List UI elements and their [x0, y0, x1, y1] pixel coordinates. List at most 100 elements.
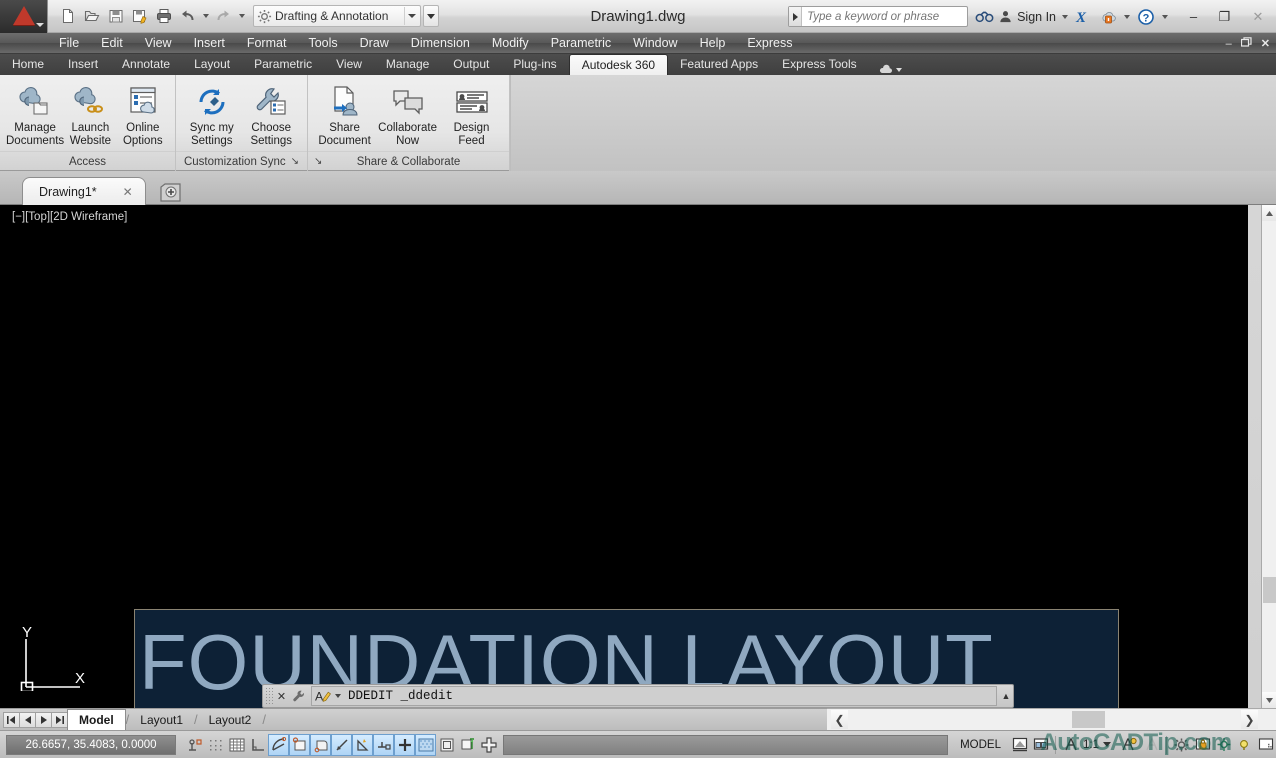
- previous-layout-button[interactable]: [19, 711, 36, 728]
- ribbon-tab-view[interactable]: View: [324, 54, 374, 75]
- undo-button[interactable]: [176, 5, 199, 28]
- search-icon[interactable]: [972, 5, 996, 29]
- workspace-selector[interactable]: Drafting & Annotation: [253, 5, 422, 27]
- first-layout-button[interactable]: [3, 711, 20, 728]
- annotation-visibility-icon[interactable]: [1118, 734, 1139, 756]
- workspace-switching-icon[interactable]: [1171, 734, 1192, 756]
- new-file-button[interactable]: [56, 5, 79, 28]
- command-line-customize-icon[interactable]: [289, 689, 309, 703]
- coordinates-display[interactable]: 26.6657, 35.4083, 0.0000: [6, 734, 176, 755]
- ribbon-tab-home[interactable]: Home: [0, 54, 56, 75]
- file-tab-close-icon[interactable]: ✕: [123, 185, 133, 199]
- menu-item-draw[interactable]: Draw: [349, 33, 400, 54]
- autodesk-360-dropdown-icon[interactable]: [1124, 14, 1130, 19]
- selection-cycling-toggle[interactable]: [478, 734, 499, 756]
- command-line-grip[interactable]: [265, 687, 274, 705]
- toolbar-lock-icon[interactable]: [1192, 734, 1213, 756]
- sign-in-dropdown-icon[interactable]: [1062, 14, 1068, 19]
- scroll-up-button[interactable]: [1262, 205, 1276, 221]
- ribbon-tab-plugins[interactable]: Plug-ins: [501, 54, 568, 75]
- open-file-button[interactable]: [80, 5, 103, 28]
- auto-scale-icon[interactable]: [1141, 734, 1162, 756]
- annotation-scale-dropdown-icon[interactable]: [1103, 742, 1111, 747]
- grid-display-toggle[interactable]: [226, 734, 247, 756]
- object-snap-toggle[interactable]: [289, 733, 310, 756]
- help-icon[interactable]: ?: [1134, 5, 1158, 29]
- workspace-more-button[interactable]: [423, 5, 440, 27]
- ribbon-tab-featured-apps[interactable]: Featured Apps: [668, 54, 770, 75]
- doc-minimize-button[interactable]: –: [1226, 38, 1232, 50]
- scroll-left-button[interactable]: ❮: [831, 710, 848, 729]
- ribbon-tab-layout[interactable]: Layout: [182, 54, 242, 75]
- clean-screen-icon[interactable]: [1255, 734, 1276, 756]
- annotation-scale-value[interactable]: 1:1: [1083, 739, 1099, 751]
- menu-item-modify[interactable]: Modify: [481, 33, 540, 54]
- design-feed-button[interactable]: Design Feed: [440, 81, 503, 150]
- layout-tab-model[interactable]: Model: [67, 709, 126, 730]
- close-button[interactable]: ✕: [1240, 5, 1276, 29]
- file-tab-drawing1[interactable]: Drawing1* ✕: [22, 177, 146, 205]
- new-file-tab-button[interactable]: [158, 181, 184, 203]
- ribbon-display-options-button[interactable]: [869, 64, 912, 75]
- menu-item-insert[interactable]: Insert: [183, 33, 236, 54]
- minimize-button[interactable]: –: [1178, 5, 1209, 29]
- quick-view-drawings-icon[interactable]: [1030, 734, 1051, 756]
- viewport-controls-label[interactable]: [−][Top][2D Wireframe]: [12, 211, 127, 223]
- ribbon-tab-express-tools[interactable]: Express Tools: [770, 54, 868, 75]
- maximize-button[interactable]: ❐: [1209, 5, 1240, 29]
- menu-item-dimension[interactable]: Dimension: [400, 33, 481, 54]
- panel-expander-icon[interactable]: ↘: [291, 156, 299, 167]
- menu-item-file[interactable]: File: [48, 33, 90, 54]
- doc-close-button[interactable]: ✕: [1261, 37, 1270, 50]
- quick-properties-toggle[interactable]: [457, 734, 478, 756]
- doc-restore-button[interactable]: [1240, 37, 1252, 50]
- space-toggle-button[interactable]: MODEL: [952, 739, 1009, 751]
- vertical-scrollbar[interactable]: [1261, 205, 1276, 708]
- chevron-down-icon[interactable]: [404, 7, 418, 25]
- quick-view-layouts-icon[interactable]: [1009, 734, 1030, 756]
- search-input[interactable]: [802, 7, 968, 26]
- launch-website-button[interactable]: Launch Website: [64, 81, 116, 150]
- save-file-button[interactable]: [104, 5, 127, 28]
- command-line[interactable]: ✕ A DDEDIT _ddedit ▲: [262, 684, 1014, 708]
- menu-item-view[interactable]: View: [134, 33, 183, 54]
- ortho-mode-toggle[interactable]: [247, 734, 268, 756]
- choose-settings-button[interactable]: Choose Settings: [242, 81, 302, 150]
- search-history-arrow-icon[interactable]: [789, 7, 803, 26]
- menu-item-express[interactable]: Express: [736, 33, 803, 54]
- lineweight-toggle[interactable]: [415, 733, 436, 756]
- infer-constraints-toggle[interactable]: [184, 734, 205, 756]
- layout-tab-layout2[interactable]: Layout2: [198, 710, 263, 730]
- redo-dropdown[interactable]: [236, 5, 247, 28]
- menu-item-window[interactable]: Window: [622, 33, 688, 54]
- collaborate-now-button[interactable]: Collaborate Now: [375, 81, 440, 150]
- 3d-object-snap-toggle[interactable]: [310, 733, 331, 756]
- horizontal-scrollbar[interactable]: ❮ ❯: [827, 708, 1276, 730]
- menu-item-parametric[interactable]: Parametric: [540, 33, 622, 54]
- sync-my-settings-button[interactable]: Sync my Settings: [182, 81, 242, 150]
- polar-tracking-toggle[interactable]: [268, 733, 289, 756]
- dynamic-ucs-toggle[interactable]: [373, 733, 394, 756]
- menu-item-help[interactable]: Help: [689, 33, 737, 54]
- horizontal-scroll-thumb[interactable]: [1072, 711, 1105, 728]
- help-dropdown-icon[interactable]: [1162, 14, 1168, 19]
- application-menu-button[interactable]: [0, 0, 48, 33]
- ribbon-tab-autodesk-360[interactable]: Autodesk 360: [568, 54, 669, 75]
- menu-item-tools[interactable]: Tools: [297, 33, 348, 54]
- share-document-button[interactable]: Share Document: [314, 81, 375, 150]
- next-layout-button[interactable]: [35, 711, 52, 728]
- annotation-scale-icon[interactable]: [1060, 734, 1081, 756]
- scroll-right-button[interactable]: ❯: [1241, 710, 1258, 729]
- exchange-apps-icon[interactable]: X: [1072, 5, 1096, 29]
- dynamic-input-toggle[interactable]: [394, 733, 415, 756]
- sign-in-button[interactable]: Sign In: [996, 9, 1058, 24]
- manage-documents-button[interactable]: Manage Documents: [6, 81, 64, 150]
- ribbon-tab-insert[interactable]: Insert: [56, 54, 110, 75]
- layout-tab-layout1[interactable]: Layout1: [129, 710, 194, 730]
- menu-item-format[interactable]: Format: [236, 33, 298, 54]
- vertical-scroll-thumb[interactable]: [1263, 577, 1276, 603]
- command-input[interactable]: A DDEDIT _ddedit: [311, 686, 997, 706]
- allow-ucs-toggle[interactable]: [352, 733, 373, 756]
- object-snap-tracking-toggle[interactable]: [331, 733, 352, 756]
- undo-dropdown[interactable]: [200, 5, 211, 28]
